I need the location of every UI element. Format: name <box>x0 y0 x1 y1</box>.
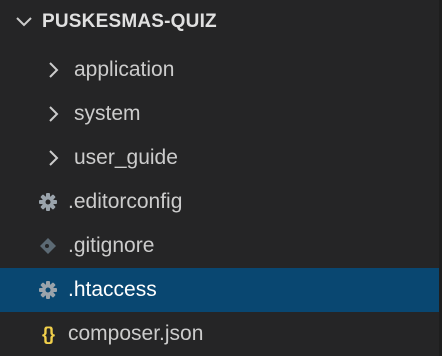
tree-item-label: system <box>74 102 141 125</box>
json-braces-icon: {} <box>41 323 55 344</box>
tree-item-label: .editorconfig <box>68 190 183 213</box>
tree-item-label: composer.json <box>68 322 204 345</box>
tree-item-application[interactable]: application <box>0 48 442 92</box>
explorer-root-folder[interactable]: PUSKESMAS-QUIZ <box>0 0 442 44</box>
chevron-down-icon <box>14 12 34 32</box>
chevron-right-icon <box>44 60 64 80</box>
tree-item-htaccess[interactable]: .htaccess <box>0 268 442 312</box>
git-diamond-icon <box>38 236 58 256</box>
root-folder-label: PUSKESMAS-QUIZ <box>42 11 217 32</box>
gear-icon <box>38 280 58 300</box>
tree-item-editorconfig[interactable]: .editorconfig <box>0 180 442 224</box>
gear-icon <box>38 192 58 212</box>
chevron-right-icon <box>44 104 64 124</box>
tree-item-label: .gitignore <box>68 234 155 257</box>
chevron-right-icon <box>44 148 64 168</box>
file-explorer-panel: PUSKESMAS-QUIZ application system user_g… <box>0 0 442 356</box>
tree-item-label: application <box>74 58 175 81</box>
tree-item-label: .htaccess <box>68 278 157 301</box>
tree-item-composer-json[interactable]: {} composer.json <box>0 312 442 356</box>
tree-item-system[interactable]: system <box>0 92 442 136</box>
tree-item-gitignore[interactable]: .gitignore <box>0 224 442 268</box>
tree-item-user-guide[interactable]: user_guide <box>0 136 442 180</box>
tree-item-label: user_guide <box>74 146 178 169</box>
